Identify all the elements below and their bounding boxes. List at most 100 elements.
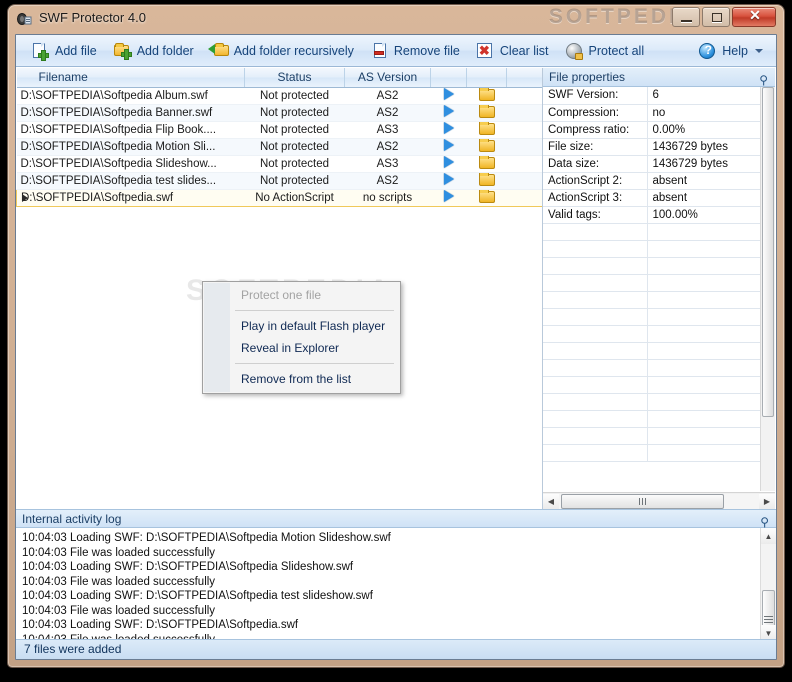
property-row-empty [543, 427, 775, 445]
play-button-cell[interactable] [430, 155, 467, 173]
add-folder-recursively-button[interactable]: Add folder recursively [203, 38, 361, 64]
toolbar: Add file Add folder Add folder recursive… [16, 35, 776, 67]
property-row-empty [543, 308, 775, 326]
cell-status: Not protected [244, 138, 345, 156]
property-key [543, 291, 648, 309]
folder-icon[interactable] [478, 104, 495, 119]
play-button-cell[interactable] [430, 87, 467, 105]
cell-extra [506, 188, 542, 207]
minimize-button[interactable] [672, 7, 700, 27]
properties-hscroll-thumb[interactable] [561, 493, 724, 509]
clear-list-label: Clear list [499, 43, 549, 58]
column-header-status[interactable]: Status [244, 68, 345, 88]
cell-filename: D:\SOFTPEDIA\Softpedia Album.swf [16, 87, 245, 105]
open-folder-cell[interactable] [466, 188, 507, 207]
play-button-cell[interactable] [430, 138, 467, 156]
cell-filename: D:\SOFTPEDIA\Softpedia test slides... [16, 172, 245, 190]
chevron-down-icon[interactable] [755, 48, 763, 53]
property-row-empty [543, 274, 775, 292]
property-value [647, 274, 775, 292]
properties-horizontal-scrollbar[interactable]: ◀ ▶ [543, 492, 775, 509]
add-folder-recursively-label: Add folder recursively [233, 43, 354, 58]
add-folder-button[interactable]: Add folder [106, 38, 201, 64]
table-row-selected[interactable]: D:\SOFTPEDIA\Softpedia.swf No ActionScri… [16, 188, 542, 207]
property-row-empty [543, 444, 775, 462]
play-button-cell[interactable] [430, 172, 467, 190]
scroll-up-icon[interactable]: ▲ [761, 528, 776, 544]
play-icon[interactable] [443, 173, 454, 185]
scroll-right-icon[interactable]: ▶ [759, 493, 775, 509]
clear-list-button[interactable]: ✖ Clear list [469, 38, 556, 64]
cell-extra [506, 104, 542, 122]
cell-filename-text: D:\SOFTPEDIA\Softpedia.swf [21, 191, 174, 204]
open-folder-cell[interactable] [466, 121, 507, 139]
folder-icon[interactable] [478, 155, 495, 170]
open-folder-cell[interactable] [466, 104, 507, 122]
properties-vscroll-thumb[interactable] [762, 87, 774, 417]
table-row[interactable]: D:\SOFTPEDIA\Softpedia Motion Sli... Not… [16, 138, 542, 156]
close-button[interactable]: ✕ [732, 7, 776, 27]
maximize-icon [712, 13, 722, 22]
maximize-button[interactable] [702, 7, 730, 27]
column-header-extra[interactable] [506, 68, 542, 88]
menu-item-reveal-in-explorer[interactable]: Reveal in Explorer [203, 337, 400, 359]
table-row[interactable]: D:\SOFTPEDIA\Softpedia test slides... No… [16, 172, 542, 190]
column-header-play[interactable] [430, 68, 467, 88]
folder-icon[interactable] [478, 190, 495, 204]
menu-item-protect-one-file[interactable]: Protect one file [203, 284, 400, 306]
main-split: Filename Status AS Version D:\SOFTPEDIA\… [16, 68, 776, 509]
table-row[interactable]: D:\SOFTPEDIA\Softpedia Album.swf Not pro… [16, 87, 542, 105]
menu-item-play-in-default-flash-player[interactable]: Play in default Flash player [203, 315, 400, 337]
folder-icon[interactable] [478, 172, 495, 187]
grip-line [764, 618, 773, 620]
play-icon[interactable] [443, 88, 454, 100]
table-row[interactable]: D:\SOFTPEDIA\Softpedia Slideshow... Not … [16, 155, 542, 173]
table-row[interactable]: D:\SOFTPEDIA\Softpedia Banner.swf Not pr… [16, 104, 542, 122]
properties-hscroll-track[interactable] [559, 493, 759, 509]
help-button[interactable]: Help [691, 38, 770, 64]
open-folder-cell[interactable] [466, 138, 507, 156]
file-list-panel[interactable]: Filename Status AS Version D:\SOFTPEDIA\… [16, 68, 543, 509]
grip-line [642, 497, 643, 505]
protect-all-button[interactable]: Protect all [558, 38, 652, 64]
play-icon[interactable] [443, 139, 454, 151]
log-vertical-scrollbar[interactable]: ▲ ▼ [760, 528, 776, 641]
column-header-filename[interactable]: Filename [16, 68, 245, 88]
file-properties-body: SWF Version: 6 Compression: no Compress ra… [543, 87, 775, 492]
add-file-button[interactable]: Add file [24, 38, 104, 64]
cell-filename: D:\SOFTPEDIA\Softpedia.swf [16, 188, 245, 207]
play-icon[interactable] [443, 156, 454, 168]
context-menu[interactable]: Protect one file Play in default Flash p… [202, 281, 401, 394]
property-row-empty [543, 240, 775, 258]
column-header-as-version[interactable]: AS Version [344, 68, 431, 88]
add-folder-label: Add folder [136, 43, 194, 58]
open-folder-cell[interactable] [466, 155, 507, 173]
cell-status: Not protected [244, 104, 345, 122]
folder-icon[interactable] [478, 121, 495, 136]
play-button-cell[interactable] [430, 188, 467, 207]
properties-vertical-scrollbar[interactable] [760, 87, 775, 491]
property-value: 6 [647, 87, 775, 105]
column-header-folder[interactable] [466, 68, 507, 88]
cell-as-version: AS3 [344, 121, 431, 139]
table-row[interactable]: D:\SOFTPEDIA\Softpedia Flip Book.... Not… [16, 121, 542, 139]
file-list-table: Filename Status AS Version D:\SOFTPEDIA\… [16, 68, 542, 207]
status-bar: 7 files were added [16, 639, 776, 659]
play-icon[interactable] [443, 105, 454, 117]
property-key [543, 308, 648, 326]
menu-item-remove-from-the-list[interactable]: Remove from the list [203, 368, 400, 390]
play-icon[interactable] [443, 190, 454, 202]
play-button-cell[interactable] [430, 121, 467, 139]
property-key [543, 359, 648, 377]
folder-icon[interactable] [478, 138, 495, 153]
scroll-left-icon[interactable]: ◀ [543, 493, 559, 509]
folder-icon[interactable] [478, 87, 495, 102]
play-button-cell[interactable] [430, 104, 467, 122]
minimize-icon [681, 20, 692, 22]
open-folder-cell[interactable] [466, 87, 507, 105]
property-value: 1436729 bytes [647, 155, 775, 173]
open-folder-cell[interactable] [466, 172, 507, 190]
internal-activity-log-body[interactable]: 10:04:03 Loading SWF: D:\SOFTPEDIA\Softp… [16, 528, 776, 641]
remove-file-button[interactable]: Remove file [363, 38, 467, 64]
play-icon[interactable] [443, 122, 454, 134]
